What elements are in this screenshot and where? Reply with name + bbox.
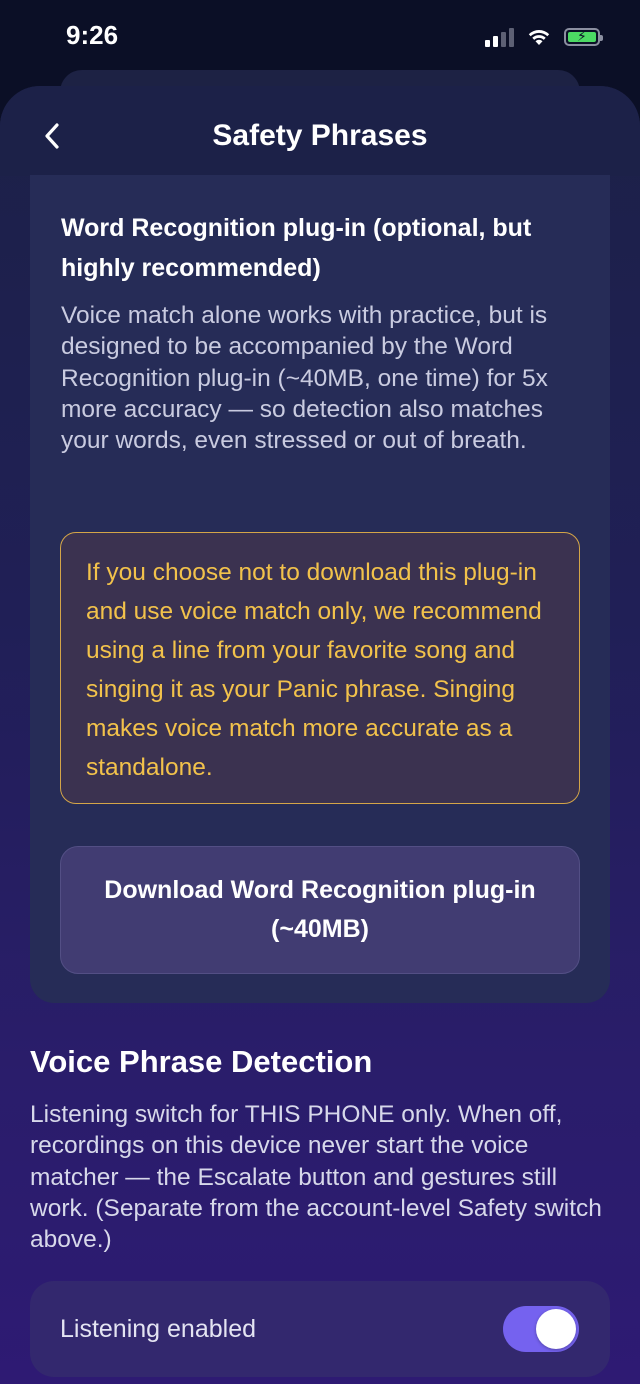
status-icons: ⚡ xyxy=(485,22,603,52)
voice-detection-title: Voice Phrase Detection xyxy=(30,1044,373,1079)
status-time: 9:26 xyxy=(66,20,119,50)
listening-label: Listening enabled xyxy=(60,1315,256,1343)
voice-detection-description: Listening switch for THIS PHONE only. Wh… xyxy=(30,1101,602,1254)
warning-box: If you choose not to download this plug-… xyxy=(60,532,580,804)
safety-phrases-sheet: Safety Phrases Word Recognition plug-in … xyxy=(0,86,640,1384)
warning-text: If you choose not to download this plug-… xyxy=(86,559,542,781)
plugin-heading: Word Recognition plug-in (optional, but … xyxy=(61,214,532,282)
cellular-signal-icon xyxy=(485,27,514,47)
toggle-knob xyxy=(536,1309,576,1349)
wifi-icon xyxy=(528,30,550,45)
battery-charging-icon: ⚡ xyxy=(564,28,603,46)
download-button-label: Download Word Recognition plug-in (~40MB… xyxy=(104,876,536,943)
page-title: Safety Phrases xyxy=(212,119,428,152)
plugin-card: Word Recognition plug-in (optional, but … xyxy=(30,175,610,1003)
status-bar: 9:26 ⚡ xyxy=(0,0,640,72)
nav-bar: Safety Phrases xyxy=(0,86,640,176)
download-plugin-button[interactable]: Download Word Recognition plug-in (~40MB… xyxy=(60,846,580,974)
listening-toggle[interactable] xyxy=(503,1306,579,1352)
listening-row: Listening enabled xyxy=(30,1281,610,1377)
plugin-description: Voice match alone works with practice, b… xyxy=(61,302,548,455)
